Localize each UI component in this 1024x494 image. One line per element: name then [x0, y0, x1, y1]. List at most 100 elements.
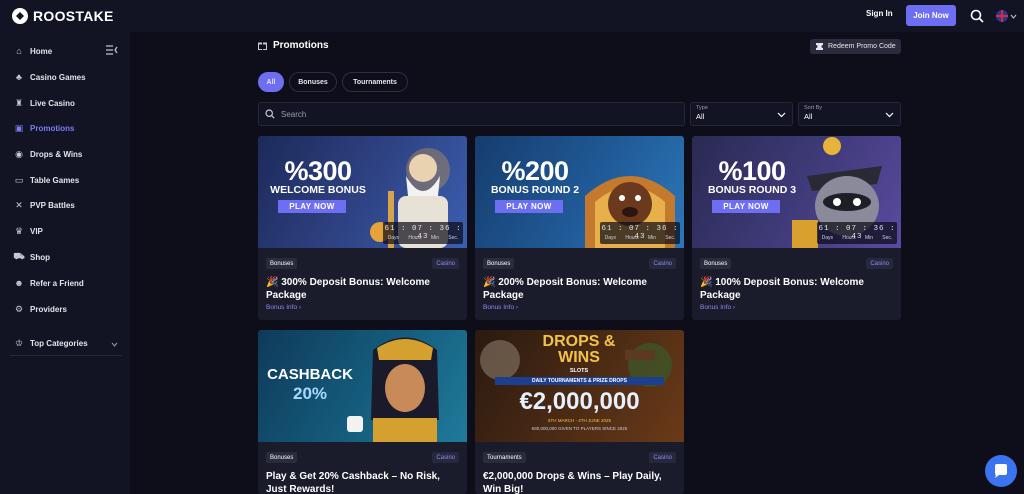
card-title[interactable]: 🎉 300% Deposit Bonus: Welcome Package — [266, 276, 459, 302]
card-title[interactable]: 🎉 200% Deposit Bonus: Welcome Package — [483, 276, 676, 302]
banner-headline: %100 — [718, 156, 786, 186]
promotion-card[interactable]: %300 WELCOME BONUS PLAY NOW 61 : 07 : 36… — [258, 136, 467, 320]
banner-headline: DROPS & WINS — [542, 333, 616, 366]
bonus-info-label: Bonus Info — [483, 304, 515, 311]
promotion-card[interactable]: %200 BONUS ROUND 2 PLAY NOW 61 : 07 : 36… — [475, 136, 684, 320]
sidebar-divider — [10, 355, 122, 356]
gift-icon — [258, 42, 267, 50]
join-now-button[interactable]: Join Now — [906, 5, 956, 26]
banner-subtitle: 20% — [292, 384, 328, 403]
promotion-banner[interactable]: CASHBACK 20% — [258, 330, 467, 442]
promotion-banner[interactable]: DROPS & WINS SLOTS DAILY TOURNAMENTS & P… — [475, 330, 684, 442]
bonus-info-link[interactable]: Bonus Info › — [483, 304, 518, 311]
sidebar-item-label: Table Games — [30, 175, 80, 185]
play-now-button[interactable]: PLAY NOW — [495, 200, 563, 213]
tag-badge: Tournaments — [483, 452, 526, 463]
promotion-search — [258, 102, 685, 126]
users-icon: ☻ — [14, 278, 24, 288]
sidebar-item-drops-wins[interactable]: ◉ Drops & Wins — [14, 147, 82, 161]
coins-icon: ◉ — [15, 148, 23, 159]
card-body: Bonuses Casino 🎉 100% Deposit Bonus: Wel… — [692, 248, 901, 320]
chevron-down-icon[interactable] — [111, 341, 118, 348]
sidebar-item-label: Drops & Wins — [30, 149, 83, 159]
banner-dates: 5TH MARCH - 4TH JUNE 2025 — [547, 418, 611, 423]
collapse-sidebar-icon[interactable] — [106, 45, 118, 55]
cleopatra-artwork-icon — [347, 337, 439, 442]
sidebar-item-refer-a-friend[interactable]: ☻ Refer a Friend — [14, 276, 84, 290]
live-chat-button[interactable] — [985, 455, 1017, 487]
play-now-button[interactable]: PLAY NOW — [712, 200, 780, 213]
ticket-icon — [816, 43, 823, 50]
sidebar-item-casino-games[interactable]: ♣ Casino Games — [14, 70, 86, 84]
home-icon: ⌂ — [16, 46, 22, 56]
banner-amount: €2,000,000 — [519, 388, 640, 415]
timer-min-label: Min — [864, 235, 874, 241]
timer-labels: Days Hours Min Sec. — [600, 235, 680, 241]
search-input[interactable] — [281, 109, 661, 119]
brand-name: ROOSTAKE — [33, 8, 114, 24]
banner-subtitle: BONUS ROUND 2 — [490, 184, 580, 196]
promotion-card[interactable]: CASHBACK 20% Bonuses Casino Play & Get 2… — [258, 330, 467, 494]
sidebar-item-home[interactable]: ⌂ Home — [14, 44, 52, 58]
promotion-banner[interactable]: %200 BONUS ROUND 2 PLAY NOW 61 : 07 : 36… — [475, 136, 684, 248]
sort-by-label: Sort By — [804, 105, 823, 111]
card-title[interactable]: Play & Get 20% Cashback – No Risk, Just … — [266, 470, 459, 494]
crown-icon: ♔ — [14, 337, 24, 348]
logo-icon — [12, 8, 28, 24]
play-now-button[interactable]: PLAY NOW — [278, 200, 346, 213]
language-selector[interactable] — [996, 9, 1018, 23]
sidebar-item-pvp-battles[interactable]: ✕ PVP Battles — [14, 198, 75, 212]
promotion-banner[interactable]: %100 BONUS ROUND 3 PLAY NOW 61 : 07 : 36… — [692, 136, 901, 248]
banner-headline: %300 — [284, 156, 352, 186]
timer-hours-label: Hours — [625, 235, 639, 241]
category-badge: Casino — [432, 258, 459, 269]
bonus-info-label: Bonus Info — [700, 304, 732, 311]
sidebar-item-providers[interactable]: ⚙ Providers — [14, 302, 67, 316]
sidebar-item-promotions[interactable]: ▣ Promotions — [14, 121, 75, 135]
sidebar-item-top-categories[interactable]: ♔ Top Categories — [14, 336, 88, 350]
sidebar-item-label: Providers — [30, 304, 67, 314]
sidebar-item-label: Home — [30, 46, 53, 56]
sort-by-value: All — [804, 112, 813, 121]
chevron-right-icon: › — [515, 304, 519, 311]
sidebar: ⌂ Home ♣ Casino Games ♜ Live Casino ▣ Pr… — [0, 32, 130, 494]
banner-subtitle: WELCOME BONUS — [270, 184, 366, 196]
bonus-info-link[interactable]: Bonus Info › — [266, 304, 301, 311]
sidebar-item-label: Refer a Friend — [30, 278, 84, 288]
swords-icon: ✕ — [15, 199, 23, 210]
promotion-banner[interactable]: %300 WELCOME BONUS PLAY NOW 61 : 07 : 36… — [258, 136, 467, 248]
redeem-promo-code-button[interactable]: Redeem Promo Code — [810, 39, 901, 54]
sidebar-item-shop[interactable]: ⛟ Shop — [13, 250, 50, 264]
sort-by-select[interactable]: Sort By All — [798, 102, 901, 126]
promotion-card[interactable]: %100 BONUS ROUND 3 PLAY NOW 61 : 07 : 36… — [692, 136, 901, 320]
sidebar-item-vip[interactable]: ♛ VIP — [14, 224, 43, 238]
sidebar-item-live-casino[interactable]: ♜ Live Casino — [14, 96, 75, 110]
logo[interactable]: ROOSTAKE — [10, 6, 114, 26]
category-badge: Casino — [432, 452, 459, 463]
timer-sec-label: Sec. — [665, 235, 676, 241]
countdown-timer: 61 : 07 : 36 : 43 Days Hours Min Sec. — [817, 222, 897, 244]
sidebar-item-label: VIP — [30, 226, 43, 236]
timer-days-label: Days — [821, 235, 834, 241]
timer-min-label: Min — [430, 235, 440, 241]
sign-in-link[interactable]: Sign In — [866, 9, 893, 18]
type-filter-select[interactable]: Type All — [690, 102, 793, 126]
category-badge: Casino — [649, 258, 676, 269]
sidebar-item-label: Casino Games — [30, 72, 86, 82]
uk-flag-icon — [996, 10, 1008, 22]
tab-bonuses[interactable]: Bonuses — [289, 72, 337, 92]
banner-subtitle: SLOTS — [569, 368, 589, 374]
search-icon[interactable] — [970, 9, 984, 23]
sidebar-item-label: PVP Battles — [30, 200, 75, 210]
category-badge: Casino — [866, 258, 893, 269]
tab-all[interactable]: All — [258, 72, 284, 92]
bonus-info-label: Bonus Info — [266, 304, 298, 311]
banner-subtitle: BONUS ROUND 3 — [707, 184, 797, 196]
card-title[interactable]: €2,000,000 Drops & Wins – Play Daily, Wi… — [483, 470, 676, 494]
promotion-card[interactable]: DROPS & WINS SLOTS DAILY TOURNAMENTS & P… — [475, 330, 684, 494]
sidebar-item-table-games[interactable]: ▭ Table Games — [14, 173, 79, 187]
card-title[interactable]: 🎉 100% Deposit Bonus: Welcome Package — [700, 276, 893, 302]
bonus-info-link[interactable]: Bonus Info › — [700, 304, 735, 311]
category-badge: Casino — [649, 452, 676, 463]
tab-tournaments[interactable]: Tournaments — [342, 72, 408, 92]
